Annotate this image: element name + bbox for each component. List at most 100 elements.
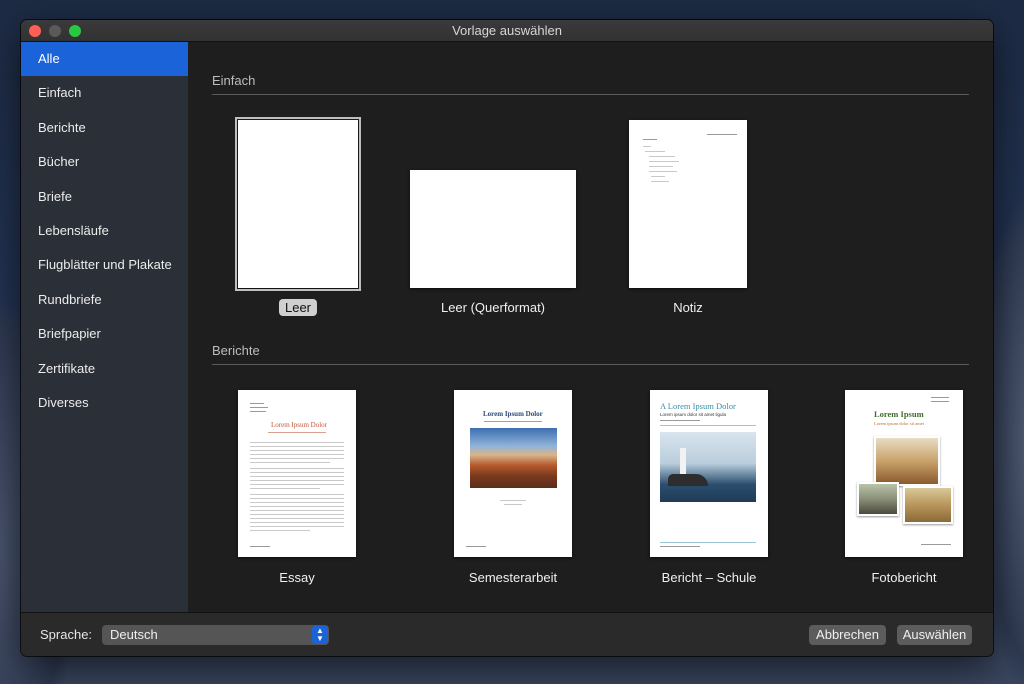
thumb-text-line [250, 546, 270, 547]
thumb-text-line [250, 514, 344, 515]
thumb-text-line [250, 530, 310, 531]
template-thumbnail[interactable]: Lorem Ipsum Lorem ipsum dolor sit amet [845, 390, 963, 557]
thumb-text-line [660, 542, 756, 543]
sidebar-item-buecher[interactable]: Bücher [21, 145, 188, 179]
thumb-subtitle: Lorem ipsum dolor sit amet ligula [660, 412, 727, 417]
thumb-text-line [250, 411, 266, 412]
section-title-einfach: Einfach [212, 73, 256, 88]
thumb-text-line [250, 522, 344, 523]
lighthouse-tower [680, 448, 686, 474]
close-window-button[interactable] [29, 25, 41, 37]
language-label: Sprache: [40, 627, 93, 642]
sidebar-item-rundbriefe[interactable]: Rundbriefe [21, 283, 188, 317]
thumb-text-line [500, 500, 526, 501]
thumb-text-line [250, 462, 330, 463]
lighthouse-rocks [668, 474, 708, 486]
thumb-text-line [250, 458, 344, 459]
title-bar: Vorlage auswählen [21, 20, 993, 42]
thumb-text-line [250, 518, 344, 519]
thumb-text-line [250, 502, 344, 503]
template-thumbnail[interactable] [410, 170, 576, 288]
thumb-text-line [649, 161, 679, 162]
thumb-text-line [250, 472, 344, 473]
thumb-text-line [651, 181, 669, 182]
template-label[interactable]: Fotobericht [871, 570, 936, 585]
thumb-text-line [643, 146, 651, 147]
thumb-text-line [250, 468, 344, 469]
thumb-text-line [250, 454, 344, 455]
thumb-text-line [649, 156, 675, 157]
template-label[interactable]: Bericht – Schule [662, 570, 757, 585]
thumb-text-line [250, 476, 344, 477]
language-select[interactable]: Deutsch ▲ ▼ [102, 625, 329, 645]
meerkat-photo [903, 486, 953, 524]
thumb-text-line [649, 166, 673, 167]
thumb-text-line [268, 432, 326, 433]
template-label[interactable]: Leer (Querformat) [441, 300, 545, 315]
thumb-title: Lorem Ipsum [874, 409, 924, 419]
thumb-text-line [250, 484, 344, 485]
thumb-text-line [504, 504, 522, 505]
thumb-subtitle: Lorem ipsum dolor sit amet [874, 421, 924, 426]
sidebar-item-briefpapier[interactable]: Briefpapier [21, 317, 188, 351]
thumb-text-line [250, 510, 344, 511]
sidebar-item-zertifikate[interactable]: Zertifikate [21, 352, 188, 386]
template-label[interactable]: Notiz [673, 300, 703, 315]
thumb-text-line [931, 401, 949, 402]
thumb-text-line [707, 134, 737, 135]
sidebar-item-lebenslaeufe[interactable]: Lebensläufe [21, 214, 188, 248]
template-chooser-window: Vorlage auswählen Alle Einfach Berichte … [21, 20, 993, 656]
lighthouse-photo [660, 432, 756, 502]
thumb-text-line [660, 425, 756, 426]
thumb-text-line [250, 442, 344, 443]
template-thumbnail[interactable]: Lorem Ipsum Dolor [454, 390, 572, 557]
thumb-text-line [250, 498, 344, 499]
thumb-text-line [250, 494, 344, 495]
canyon-photo [470, 428, 557, 488]
elephant-photo [857, 482, 899, 516]
template-label[interactable]: Leer [278, 299, 318, 316]
minimize-window-button[interactable] [49, 25, 61, 37]
section-divider [212, 94, 969, 95]
template-gallery: Einfach Leer Leer (Querformat) Notiz Ber… [188, 42, 993, 612]
cancel-button[interactable]: Abbrechen [809, 625, 886, 645]
thumb-text-line [250, 403, 264, 404]
sidebar-item-briefe[interactable]: Briefe [21, 180, 188, 214]
window-title: Vorlage auswählen [452, 23, 562, 38]
sidebar-item-diverses[interactable]: Diverses [21, 386, 188, 420]
template-thumbnail[interactable]: A Lorem Ipsum Dolor Lorem ipsum dolor si… [650, 390, 768, 557]
thumb-text-line [250, 480, 344, 481]
language-value: Deutsch [110, 627, 158, 642]
giraffe-photo [874, 436, 940, 486]
thumb-text-line [250, 488, 320, 489]
sidebar-item-einfach[interactable]: Einfach [21, 76, 188, 110]
sidebar-item-alle[interactable]: Alle [21, 42, 188, 77]
thumb-title: Lorem Ipsum Dolor [483, 410, 543, 418]
thumb-text-line [484, 421, 542, 422]
zoom-window-button[interactable] [69, 25, 81, 37]
thumb-text-line [660, 420, 700, 421]
thumb-text-line [649, 171, 677, 172]
thumb-text-line [660, 546, 700, 547]
thumb-text-line [643, 139, 657, 140]
template-label[interactable]: Semesterarbeit [469, 570, 557, 585]
template-label[interactable]: Essay [279, 570, 314, 585]
section-divider [212, 364, 969, 365]
choose-button[interactable]: Auswählen [897, 625, 972, 645]
thumb-text-line [250, 526, 344, 527]
thumb-text-line [651, 176, 665, 177]
template-thumbnail[interactable] [235, 117, 361, 291]
template-thumbnail[interactable]: Lorem Ipsum Dolor [238, 390, 356, 557]
thumb-text-line [250, 407, 268, 408]
thumb-text-line [931, 397, 949, 398]
template-thumbnail[interactable] [629, 120, 747, 288]
thumb-text-line [250, 446, 344, 447]
section-title-berichte: Berichte [212, 343, 260, 358]
chevron-up-down-icon[interactable]: ▲ ▼ [312, 626, 328, 644]
sidebar-item-flugblaetter[interactable]: Flugblätter und Plakate [21, 248, 188, 282]
thumb-text-line [250, 450, 344, 451]
thumb-title: Lorem Ipsum Dolor [271, 421, 327, 429]
footer-bar: Sprache: Deutsch ▲ ▼ Abbrechen Auswählen [21, 612, 993, 656]
thumb-text-line [250, 506, 344, 507]
sidebar-item-berichte[interactable]: Berichte [21, 111, 188, 145]
